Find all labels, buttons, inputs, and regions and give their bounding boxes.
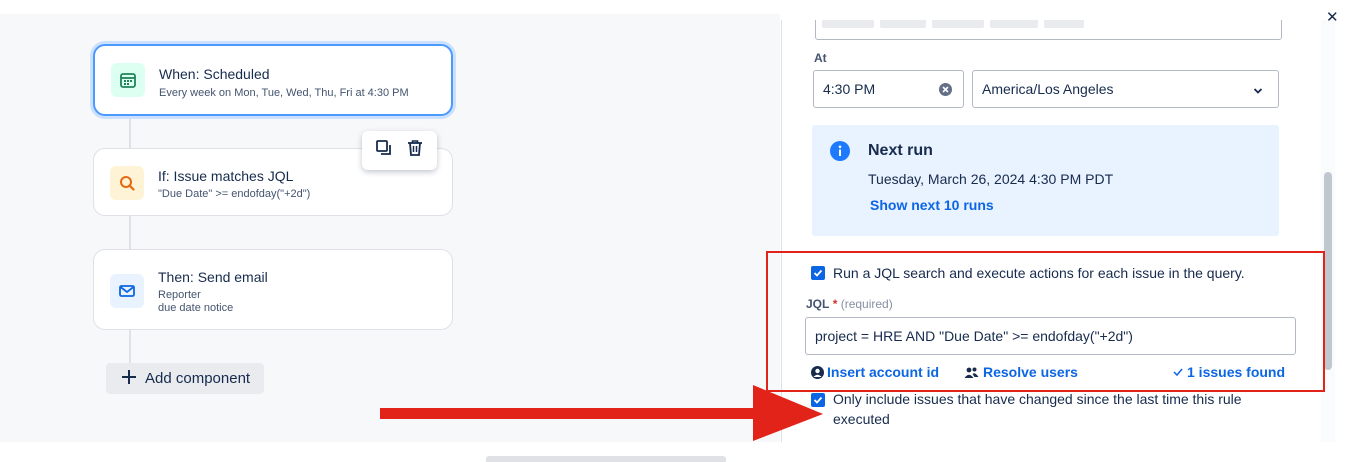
next-run-panel: Next run Tuesday, March 26, 2024 4:30 PM… xyxy=(812,125,1279,236)
next-run-title: Next run xyxy=(868,142,933,159)
search-icon xyxy=(110,166,144,200)
day-chip[interactable] xyxy=(990,20,1038,28)
trigger-subtitle: Every week on Mon, Tue, Wed, Thu, Fri at… xyxy=(159,87,409,99)
day-chip[interactable] xyxy=(932,20,984,28)
time-value: 4:30 PM xyxy=(823,81,876,97)
chevron-down-icon xyxy=(1252,84,1264,100)
annotation-highlight-box xyxy=(766,251,1325,392)
time-input[interactable]: 4:30 PM xyxy=(813,70,964,108)
add-component-label: Add component xyxy=(145,370,251,387)
trash-icon[interactable] xyxy=(406,139,424,162)
scrollbar-thumb[interactable] xyxy=(1324,172,1332,370)
condition-title: If: Issue matches JQL xyxy=(158,168,294,184)
day-chip[interactable] xyxy=(822,20,874,28)
clear-icon[interactable] xyxy=(939,83,952,99)
bottom-handle xyxy=(486,456,726,462)
action-subject: due date notice xyxy=(158,302,234,314)
timezone-value: America/Los Angeles xyxy=(982,81,1114,97)
annotation-arrow xyxy=(380,385,823,441)
at-label: At xyxy=(814,51,827,65)
action-title: Then: Send email xyxy=(158,269,268,285)
day-chip[interactable] xyxy=(1044,20,1084,28)
add-component-button[interactable]: Add component xyxy=(106,363,264,394)
trigger-card[interactable]: When: Scheduled Every week on Mon, Tue, … xyxy=(93,44,453,116)
action-recipient: Reporter xyxy=(158,289,201,301)
close-icon[interactable]: ✕ xyxy=(1326,8,1339,26)
condition-subtitle: "Due Date" >= endofday("+2d") xyxy=(158,188,311,200)
flow-connector xyxy=(129,216,131,250)
flow-connector xyxy=(129,330,131,364)
only-changed-label-line1: Only include issues that have changed si… xyxy=(833,391,1242,407)
envelope-icon xyxy=(110,274,144,308)
info-icon xyxy=(830,141,850,166)
trigger-title: When: Scheduled xyxy=(159,66,270,82)
card-hover-toolbar xyxy=(362,131,437,170)
plus-icon xyxy=(120,368,138,390)
show-next-runs-link[interactable]: Show next 10 runs xyxy=(870,197,994,213)
next-run-date: Tuesday, March 26, 2024 4:30 PM PDT xyxy=(868,171,1114,187)
timezone-select[interactable]: America/Los Angeles xyxy=(972,70,1279,108)
calendar-icon xyxy=(111,63,145,97)
flow-connector xyxy=(129,116,131,150)
only-changed-label-line2: executed xyxy=(833,411,890,427)
duplicate-icon[interactable] xyxy=(375,139,393,162)
day-chip[interactable] xyxy=(880,20,926,28)
action-card[interactable]: Then: Send email Reporter due date notic… xyxy=(93,249,453,330)
